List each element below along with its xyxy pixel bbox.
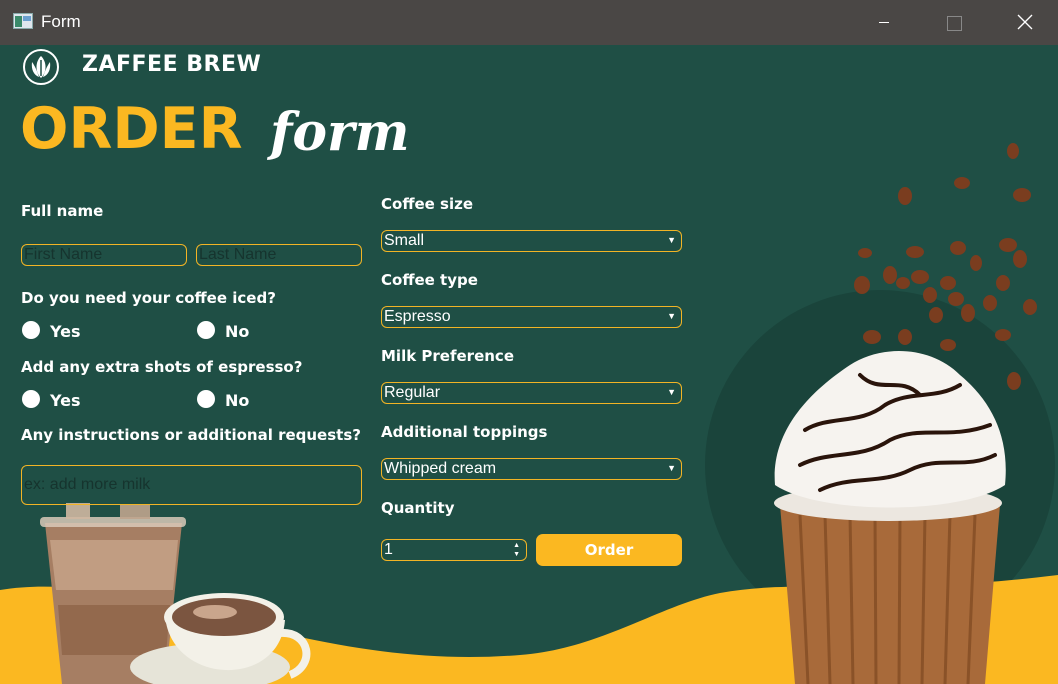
close-button[interactable] [988,0,1058,45]
iced-no-label: No [225,322,250,341]
milk-preference-label: Milk Preference [381,347,514,365]
first-name-input[interactable] [21,244,187,266]
form-content: ZAFFEE BREW ORDER form Full name Do you … [0,45,1058,684]
title-bar: Form [0,0,1058,45]
chevron-down-icon: ▼ [667,387,676,397]
maximize-button[interactable] [918,0,988,45]
shots-question-label: Add any extra shots of espresso? [21,358,303,376]
coffee-size-select[interactable]: Small ▼ [381,230,682,252]
iced-no-radio[interactable] [197,321,215,339]
coffee-type-select[interactable]: Espresso ▼ [381,306,682,328]
brand-name: ZAFFEE BREW [82,52,262,77]
chevron-down-icon: ▼ [667,311,676,321]
iced-question-label: Do you need your coffee iced? [21,289,276,307]
whipped-cream-coffee-image [774,351,1006,684]
stepper-down-icon[interactable]: ▼ [513,551,520,558]
toppings-value: Whipped cream [384,460,497,477]
stepper-up-icon[interactable]: ▲ [513,542,520,549]
last-name-input[interactable] [196,244,362,266]
minimize-icon [879,22,889,23]
window-title: Form [41,12,81,31]
coffee-size-label: Coffee size [381,195,474,213]
chevron-down-icon: ▼ [667,235,676,245]
milk-preference-select[interactable]: Regular ▼ [381,382,682,404]
instructions-label: Any instructions or additional requests? [21,426,361,444]
quantity-stepper[interactable]: 1 ▲ ▼ [381,539,527,561]
order-button[interactable]: Order [536,534,682,566]
heading-form: form [270,102,410,163]
quantity-label: Quantity [381,499,455,517]
heading-order: ORDER [20,96,243,162]
shots-yes-label: Yes [50,391,81,410]
minimize-button[interactable] [849,0,919,45]
iced-yes-label: Yes [50,322,81,341]
coffee-type-value: Espresso [384,308,451,325]
iced-yes-radio[interactable] [22,321,40,339]
close-icon [1017,14,1033,30]
window-icon [13,13,33,29]
chevron-down-icon: ▼ [667,463,676,473]
coffee-size-value: Small [384,232,425,249]
milk-preference-value: Regular [384,384,441,401]
order-form-window: Form ZAFFEE BREW ORDER form Full name Fi… [0,0,1058,684]
shots-no-label: No [225,391,250,410]
full-name-label: Full name [21,202,104,220]
shots-yes-radio[interactable] [22,390,40,408]
coffee-type-label: Coffee type [381,271,478,289]
leaf-logo-icon [23,49,59,85]
toppings-select[interactable]: Whipped cream ▼ [381,458,682,480]
quantity-value: 1 [384,541,393,558]
maximize-icon [947,16,962,31]
instructions-input[interactable] [21,465,362,505]
shots-no-radio[interactable] [197,390,215,408]
toppings-label: Additional toppings [381,423,548,441]
